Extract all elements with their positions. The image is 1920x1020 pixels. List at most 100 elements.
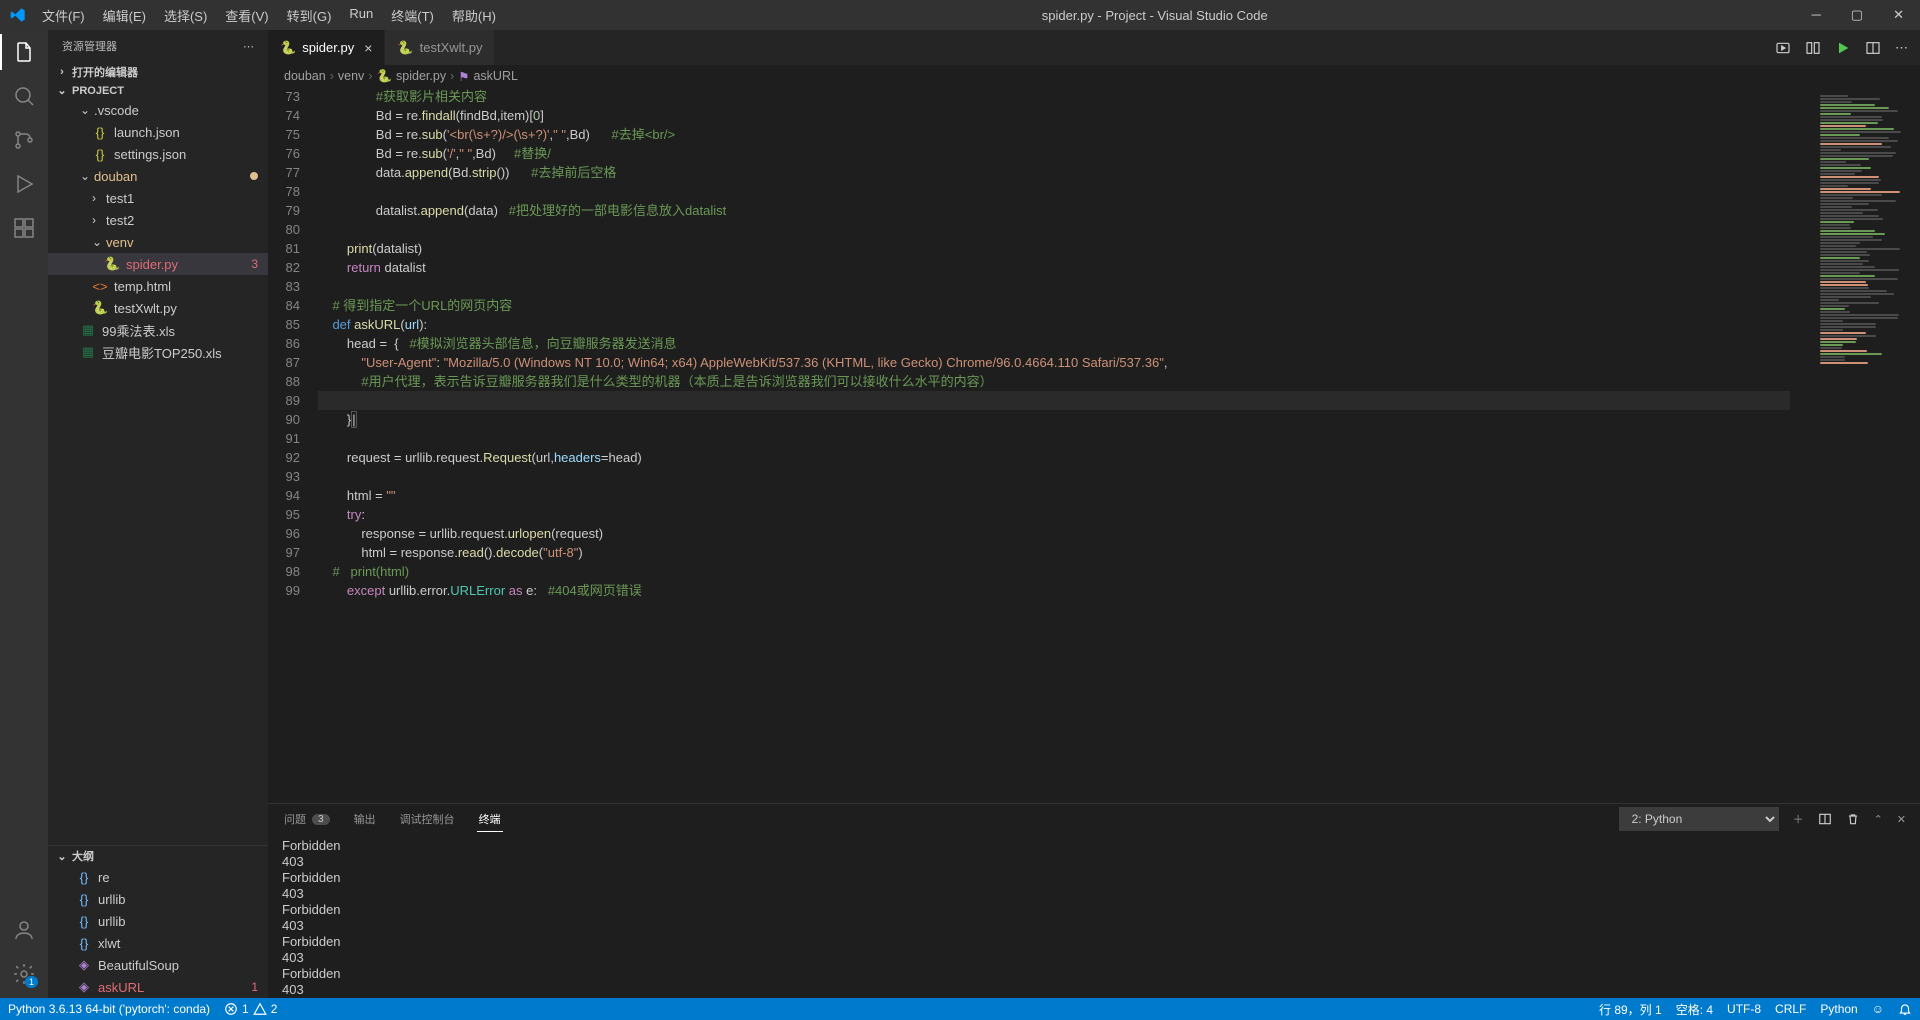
editor-tab[interactable]: 🐍 spider.py × <box>268 30 385 65</box>
python-icon: 🐍 <box>397 40 413 56</box>
run-cell-icon[interactable] <box>1775 40 1791 56</box>
file-item[interactable]: 🐍spider.py3 <box>48 253 268 275</box>
outline-tree: {}re{}urllib{}urllib{}xlwt◈BeautifulSoup… <box>48 866 268 998</box>
outline-section[interactable]: ⌄大纲 <box>48 846 268 866</box>
outline-item[interactable]: {}re <box>48 866 268 888</box>
close-panel-icon[interactable]: ✕ <box>1897 813 1906 826</box>
maximize-panel-icon[interactable]: ⌃ <box>1874 813 1883 826</box>
panel-tab[interactable]: 输出 <box>352 807 378 832</box>
editor-area: 🐍 spider.py × 🐍testXwlt.py ⋯ douban › venv › 🐍 s… <box>268 30 1920 998</box>
breadcrumb-item[interactable]: venv <box>338 69 364 83</box>
outline-item[interactable]: ◈BeautifulSoup <box>48 954 268 976</box>
new-terminal-icon[interactable]: ＋ <box>1793 811 1804 827</box>
more-actions-icon[interactable]: ⋯ <box>1895 40 1908 56</box>
file-tree: ⌄.vscode{}launch.json{}settings.json⌄dou… <box>48 99 268 845</box>
minimap[interactable] <box>1810 87 1920 803</box>
python-icon: 🐍 <box>376 69 392 84</box>
breadcrumb-item[interactable]: douban <box>284 69 326 83</box>
chevron-icon: ⌄ <box>80 103 94 117</box>
breadcrumb-separator: › <box>330 69 334 83</box>
split-terminal-icon[interactable] <box>1818 812 1832 826</box>
menu-item[interactable]: 帮助(H) <box>444 2 504 29</box>
file-item[interactable]: <>temp.html <box>48 275 268 297</box>
outline-item[interactable]: ◈askURL1 <box>48 976 268 998</box>
breadcrumb-item[interactable]: spider.py <box>396 69 446 83</box>
title-bar: 文件(F)编辑(E)选择(S)查看(V)转到(G)Run终端(T)帮助(H) s… <box>0 0 1920 30</box>
problem-count: 3 <box>312 814 330 825</box>
tree-label: venv <box>106 235 268 250</box>
explorer-more-icon[interactable]: ⋯ <box>243 40 254 53</box>
panel-tab[interactable]: 调试控制台 <box>398 807 457 832</box>
status-notifications-icon[interactable] <box>1898 1001 1912 1018</box>
source-control-icon[interactable] <box>12 128 36 152</box>
editor-actions: ⋯ <box>1775 30 1920 65</box>
status-feedback-icon[interactable]: ☺ <box>1872 1001 1884 1018</box>
menu-item[interactable]: 编辑(E) <box>95 2 154 29</box>
panel-tab[interactable]: 问题3 <box>282 807 332 832</box>
tree-label: launch.json <box>114 125 268 140</box>
editor-tabs: 🐍 spider.py × 🐍testXwlt.py ⋯ <box>268 30 1920 65</box>
split-editor-icon[interactable] <box>1865 40 1881 56</box>
search-icon[interactable] <box>12 84 36 108</box>
breadcrumbs[interactable]: douban›venv›🐍spider.py›⚑askURL <box>268 65 1920 87</box>
file-item[interactable]: ▦豆瓣电影TOP250.xls <box>48 341 268 363</box>
accounts-icon[interactable] <box>12 918 36 942</box>
menu-item[interactable]: Run <box>341 2 381 29</box>
run-file-icon[interactable] <box>1835 40 1851 56</box>
code-editor[interactable]: #获取影片相关内容 Bd = re.findall(findBd,item)[0… <box>318 87 1810 803</box>
tree-label: spider.py <box>126 257 251 272</box>
minimize-button[interactable]: ─ <box>1806 5 1827 25</box>
status-cursor-position[interactable]: 行 89，列 1 <box>1599 1001 1662 1018</box>
outline-item[interactable]: {}xlwt <box>48 932 268 954</box>
modified-dot-icon <box>250 172 258 180</box>
status-language[interactable]: Python <box>1820 1001 1857 1018</box>
outline-item[interactable]: {}urllib <box>48 888 268 910</box>
status-eol[interactable]: CRLF <box>1775 1001 1806 1018</box>
status-interpreter[interactable]: Python 3.6.13 64-bit ('pytorch': conda) <box>8 1002 210 1016</box>
chevron-icon: ⌄ <box>80 169 94 183</box>
activity-bar: 1 <box>0 30 48 998</box>
close-tab-icon[interactable]: × <box>364 40 372 56</box>
folder-item[interactable]: ⌄.vscode <box>48 99 268 121</box>
project-section[interactable]: ⌄PROJECT <box>48 82 268 99</box>
chevron-icon: › <box>92 191 106 205</box>
file-item[interactable]: {}settings.json <box>48 143 268 165</box>
explorer-sidebar: 资源管理器 ⋯ ›打开的编辑器 ⌄PROJECT ⌄.vscode{}launc… <box>48 30 268 998</box>
open-changes-icon[interactable] <box>1805 40 1821 56</box>
panel-tab[interactable]: 终端 <box>477 807 503 832</box>
settings-gear-icon[interactable]: 1 <box>12 962 36 986</box>
folder-item[interactable]: ⌄venv <box>48 231 268 253</box>
terminal-selector[interactable]: 2: Python <box>1619 807 1779 831</box>
status-problems[interactable]: 1 2 <box>224 1002 277 1016</box>
menu-item[interactable]: 查看(V) <box>217 2 276 29</box>
chevron-icon: ⌄ <box>92 235 106 249</box>
run-debug-icon[interactable] <box>12 172 36 196</box>
extensions-icon[interactable] <box>12 216 36 240</box>
menu-item[interactable]: 终端(T) <box>383 2 442 29</box>
file-item[interactable]: {}launch.json <box>48 121 268 143</box>
maximize-button[interactable]: ▢ <box>1845 5 1869 25</box>
menu-item[interactable]: 转到(G) <box>279 2 340 29</box>
kill-terminal-icon[interactable] <box>1846 812 1860 826</box>
explorer-icon[interactable] <box>12 40 36 64</box>
chevron-icon: › <box>92 213 106 227</box>
tab-label: spider.py <box>302 40 354 55</box>
file-item[interactable]: ▦99乘法表.xls <box>48 319 268 341</box>
editor-tab[interactable]: 🐍testXwlt.py <box>385 30 495 65</box>
terminal-output[interactable]: Forbidden403Forbidden403Forbidden403Forb… <box>268 834 1920 998</box>
breadcrumb-item[interactable]: askURL <box>473 69 517 83</box>
explorer-title: 资源管理器 <box>62 38 117 54</box>
menu-item[interactable]: 选择(S) <box>156 2 215 29</box>
status-encoding[interactable]: UTF-8 <box>1727 1001 1761 1018</box>
file-item[interactable]: 🐍testXwlt.py <box>48 297 268 319</box>
menu-item[interactable]: 文件(F) <box>34 2 93 29</box>
folder-item[interactable]: ›test2 <box>48 209 268 231</box>
folder-item[interactable]: ⌄douban <box>48 165 268 187</box>
close-button[interactable]: ✕ <box>1887 5 1910 25</box>
open-editors-section[interactable]: ›打开的编辑器 <box>48 62 268 82</box>
outline-item[interactable]: {}urllib <box>48 910 268 932</box>
folder-item[interactable]: ›test1 <box>48 187 268 209</box>
python-icon: 🐍 <box>280 40 296 56</box>
breadcrumb-separator: › <box>450 69 454 83</box>
status-indent[interactable]: 空格: 4 <box>1676 1001 1713 1018</box>
